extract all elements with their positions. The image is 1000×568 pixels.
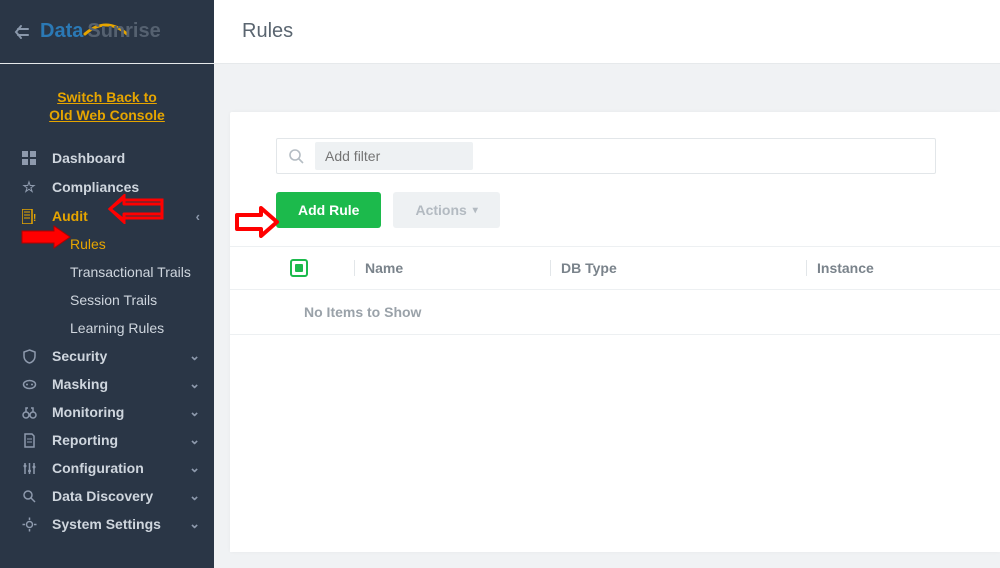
logo-text-2: Sunrise xyxy=(87,20,160,43)
sidebar-item-label: Reporting xyxy=(52,432,118,448)
search-data-icon xyxy=(18,489,40,504)
rules-table: Name DB Type Instance No Items to Show xyxy=(230,246,1000,335)
sidebar-item-monitoring[interactable]: Monitoring ⌄ xyxy=(0,398,214,426)
switch-back-line1: Switch Back to xyxy=(57,89,157,105)
page-title: Rules xyxy=(242,20,293,43)
chevron-down-icon: ⌄ xyxy=(189,516,200,532)
sidebar-item-label: Masking xyxy=(52,376,108,392)
chevron-down-icon: ⌄ xyxy=(189,488,200,504)
filter-box xyxy=(276,138,936,174)
sidebar-item-label: Dashboard xyxy=(52,150,125,166)
sidebar-item-configuration[interactable]: Configuration ⌄ xyxy=(0,454,214,482)
sidebar-item-compliances[interactable]: ☆ Compliances xyxy=(0,172,214,202)
table-empty-message: No Items to Show xyxy=(230,290,1000,335)
sidebar-item-dashboard[interactable]: Dashboard xyxy=(0,144,214,172)
sidebar-item-label: Compliances xyxy=(52,179,139,195)
sidebar-item-label: Security xyxy=(52,348,107,364)
sidebar-item-masking[interactable]: Masking ⌄ xyxy=(0,370,214,398)
app-logo[interactable]: Data Sunrise xyxy=(40,20,161,43)
table-col-db-type[interactable]: DB Type xyxy=(550,260,806,276)
star-icon: ☆ xyxy=(18,178,40,196)
svg-text:!: ! xyxy=(33,213,36,224)
chevron-down-icon: ⌄ xyxy=(189,432,200,448)
actions-label: Actions xyxy=(415,202,466,218)
sidebar-item-session-trails[interactable]: Session Trails xyxy=(0,286,214,314)
action-row: Add Rule Actions ▾ xyxy=(230,192,1000,246)
document-icon xyxy=(18,433,40,448)
sidebar-item-label: Learning Rules xyxy=(70,320,164,336)
sidebar-item-rules[interactable]: Rules xyxy=(0,230,214,258)
filter-row xyxy=(230,134,1000,192)
table-select-all[interactable] xyxy=(290,259,354,277)
sidebar-item-label: Rules xyxy=(70,236,106,252)
shield-icon xyxy=(18,349,40,364)
top-bar: Data Sunrise Rules xyxy=(0,0,1000,64)
page-title-bar: Rules xyxy=(214,0,1000,63)
add-rule-label: Add Rule xyxy=(298,202,359,218)
chevron-left-icon: ‹ xyxy=(196,209,200,224)
table-col-name[interactable]: Name xyxy=(354,260,550,276)
sidebar-item-label: Monitoring xyxy=(52,404,124,420)
switch-back-line2: Old Web Console xyxy=(49,107,165,123)
rules-panel: Add Rule Actions ▾ Name DB Type Instance… xyxy=(230,112,1000,552)
sidebar-header: Data Sunrise xyxy=(0,0,214,63)
table-col-instance[interactable]: Instance xyxy=(806,260,982,276)
add-rule-button[interactable]: Add Rule xyxy=(276,192,381,228)
actions-dropdown-button[interactable]: Actions ▾ xyxy=(393,192,499,228)
sidebar-item-label: Audit xyxy=(52,208,88,224)
audit-icon: ! xyxy=(18,209,40,224)
sidebar-item-system-settings[interactable]: System Settings ⌄ xyxy=(0,510,214,538)
logo-text-1: Data xyxy=(40,20,83,43)
sidebar-item-label: Transactional Trails xyxy=(70,264,191,280)
sidebar-item-learning-rules[interactable]: Learning Rules xyxy=(0,314,214,342)
sidebar-item-label: System Settings xyxy=(52,516,161,532)
mask-icon xyxy=(18,377,40,392)
sidebar-item-label: Configuration xyxy=(52,460,144,476)
switch-back-link[interactable]: Switch Back to Old Web Console xyxy=(20,88,194,124)
dashboard-icon xyxy=(18,151,40,166)
checkbox-icon xyxy=(290,259,308,277)
sliders-icon xyxy=(18,461,40,476)
chevron-down-icon: ▾ xyxy=(473,205,478,216)
sidebar-item-data-discovery[interactable]: Data Discovery ⌄ xyxy=(0,482,214,510)
search-icon xyxy=(277,148,315,164)
sidebar-item-label: Data Discovery xyxy=(52,488,153,504)
binoculars-icon xyxy=(18,405,40,420)
chevron-down-icon: ⌄ xyxy=(189,348,200,364)
sidebar-item-audit[interactable]: ! Audit ‹ xyxy=(0,202,214,230)
sidebar-item-security[interactable]: Security ⌄ xyxy=(0,342,214,370)
gear-icon xyxy=(18,517,40,532)
sidebar-item-transactional-trails[interactable]: Transactional Trails xyxy=(0,258,214,286)
collapse-sidebar-icon[interactable] xyxy=(14,23,32,41)
table-header: Name DB Type Instance xyxy=(230,247,1000,290)
chevron-down-icon: ⌄ xyxy=(189,404,200,420)
filter-input[interactable] xyxy=(315,142,473,170)
chevron-down-icon: ⌄ xyxy=(189,460,200,476)
sidebar-nav: Switch Back to Old Web Console Dashboard… xyxy=(0,64,214,568)
main-content: Add Rule Actions ▾ Name DB Type Instance… xyxy=(214,64,1000,568)
chevron-down-icon: ⌄ xyxy=(189,376,200,392)
sidebar-item-reporting[interactable]: Reporting ⌄ xyxy=(0,426,214,454)
sidebar-item-label: Session Trails xyxy=(70,292,157,308)
